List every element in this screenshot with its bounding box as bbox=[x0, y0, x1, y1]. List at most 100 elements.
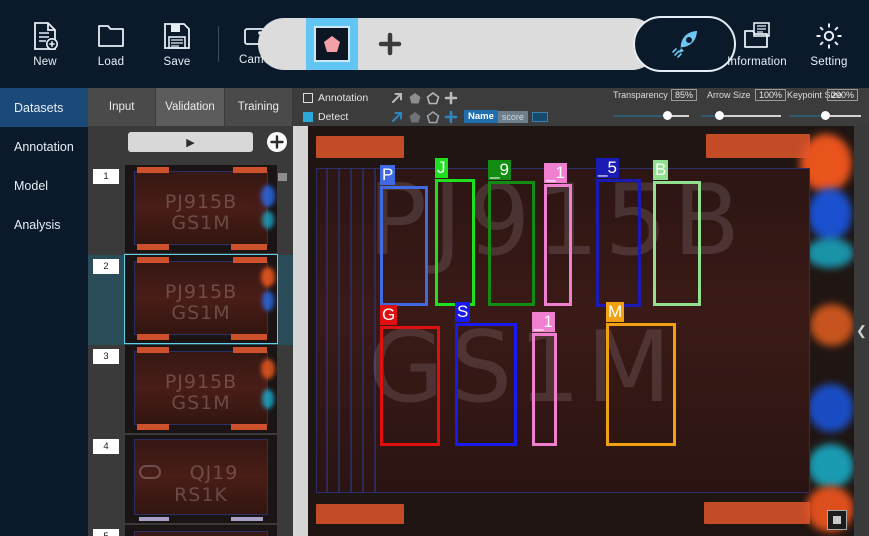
detection-label: _5 bbox=[596, 158, 619, 178]
outline-pentagon-icon[interactable] bbox=[424, 90, 442, 106]
detect-row: Detect Name score bbox=[303, 107, 548, 126]
annotation-toolbar: Annotation Detect Name score Transparenc… bbox=[293, 88, 869, 126]
tab-training[interactable]: Training bbox=[224, 88, 293, 126]
detect-checkbox[interactable] bbox=[303, 111, 313, 122]
arrow-size-value: 100% bbox=[755, 89, 787, 101]
tab-label: Validation bbox=[165, 101, 215, 113]
detection-box[interactable] bbox=[380, 186, 428, 306]
keypoint-size-slider[interactable] bbox=[789, 110, 861, 122]
information-button[interactable]: Information bbox=[719, 21, 795, 68]
arrow-icon[interactable] bbox=[388, 109, 406, 125]
filled-pentagon-icon[interactable] bbox=[406, 109, 424, 125]
dataset-tabs: Input Validation Training bbox=[88, 88, 293, 126]
plus-icon[interactable] bbox=[442, 90, 460, 106]
outline-pentagon-icon[interactable] bbox=[424, 109, 442, 125]
thumbnail-image[interactable]: PJ915B GS1M bbox=[125, 345, 277, 433]
play-button[interactable]: ▶ bbox=[128, 132, 253, 152]
detection-box[interactable] bbox=[380, 326, 440, 446]
setting-button[interactable]: Setting bbox=[795, 21, 863, 68]
thumbnail-image[interactable] bbox=[125, 525, 277, 536]
sidebar-item-datasets[interactable]: Datasets bbox=[0, 88, 88, 127]
list-item[interactable]: 3 PJ915B GS1M bbox=[88, 345, 293, 435]
detection-box[interactable] bbox=[606, 323, 676, 446]
polygon-tool-button[interactable] bbox=[306, 18, 358, 70]
arrow-size-slider[interactable] bbox=[701, 110, 781, 122]
detection-box[interactable] bbox=[455, 323, 517, 446]
floppy-disk-icon bbox=[163, 21, 191, 51]
setting-button-label: Setting bbox=[810, 55, 848, 68]
fit-to-screen-button[interactable] bbox=[827, 510, 847, 530]
folder-open-icon bbox=[96, 21, 126, 51]
thumbnail-text-line2: GS1M bbox=[171, 392, 231, 414]
annotation-row: Annotation bbox=[303, 88, 460, 107]
detection-box[interactable] bbox=[435, 179, 475, 306]
detection-label: J bbox=[435, 158, 448, 178]
thumbnail-list[interactable]: 1 PJ915B GS1M 2 PJ915B GS1M 3 PJ915B GS1… bbox=[88, 165, 293, 536]
canvas-scrollbar[interactable] bbox=[293, 126, 308, 536]
save-button[interactable]: Save bbox=[144, 21, 210, 68]
thumbnail-scrollbar-thumb[interactable] bbox=[278, 173, 287, 181]
detection-label: _9 bbox=[488, 160, 511, 180]
sidebar-item-label: Datasets bbox=[14, 100, 64, 115]
label-score-chip: score bbox=[497, 110, 528, 123]
list-item[interactable]: 5 bbox=[88, 525, 293, 536]
dataset-actions: ▶ bbox=[88, 132, 293, 158]
add-dataset-button[interactable] bbox=[266, 131, 288, 153]
tab-validation[interactable]: Validation bbox=[156, 88, 225, 126]
thumbnail-text-line1: PJ915B bbox=[164, 191, 238, 213]
gear-icon bbox=[814, 21, 844, 51]
toolbar-divider bbox=[218, 26, 219, 62]
chip-graphic bbox=[134, 531, 268, 536]
detection-label: G bbox=[380, 305, 398, 325]
sidebar-item-annotation[interactable]: Annotation bbox=[0, 127, 88, 166]
image-canvas[interactable]: PJ915B GS1M P J _9 _1 _5 B G S _1 M bbox=[308, 126, 854, 536]
tool-selector-pill bbox=[258, 18, 658, 70]
annotation-label: Annotation bbox=[318, 91, 369, 104]
filled-pentagon-icon[interactable] bbox=[406, 90, 424, 106]
load-button[interactable]: Load bbox=[78, 21, 144, 68]
tab-label: Training bbox=[237, 101, 279, 113]
thumbnail-image[interactable]: PJ915B GS1M bbox=[125, 165, 277, 253]
label-display-chip[interactable]: Name score bbox=[464, 110, 548, 123]
transparency-slider[interactable] bbox=[613, 110, 689, 122]
toolbar-right-group: Information Setting bbox=[719, 0, 863, 88]
detection-box[interactable] bbox=[544, 184, 572, 306]
thumbnail-text-line2: RS1K bbox=[174, 484, 228, 506]
thumbnail-text-line1: QJ19 bbox=[189, 462, 239, 484]
sidebar-item-label: Model bbox=[14, 178, 49, 193]
list-item[interactable]: 1 PJ915B GS1M bbox=[88, 165, 293, 255]
plus-icon[interactable] bbox=[442, 109, 460, 125]
label-color-swatch[interactable] bbox=[531, 111, 548, 122]
thumbnail-text-line1: PJ915B bbox=[164, 371, 238, 393]
add-tool-button[interactable] bbox=[378, 32, 402, 56]
sidebar-item-analysis[interactable]: Analysis bbox=[0, 205, 88, 244]
thumbnail-image[interactable]: QJ19 RS1K bbox=[125, 435, 277, 523]
annotation-checkbox[interactable] bbox=[303, 92, 313, 103]
list-item[interactable]: 2 PJ915B GS1M bbox=[88, 254, 293, 345]
display-settings-group: Transparency 85% Arrow Size 100% Keypoin… bbox=[611, 88, 865, 126]
sidebar-item-model[interactable]: Model bbox=[0, 166, 88, 205]
arrow-icon[interactable] bbox=[388, 90, 406, 106]
detection-box[interactable] bbox=[532, 333, 557, 446]
label-name-chip: Name bbox=[464, 110, 498, 123]
top-toolbar: New Load Save Camera Information Setting bbox=[0, 0, 869, 88]
chevron-left-icon: ❮ bbox=[856, 323, 867, 338]
load-button-label: Load bbox=[97, 55, 125, 68]
detection-label: S bbox=[455, 302, 471, 322]
collapse-panel-button[interactable]: ❮ bbox=[854, 126, 869, 536]
toolbar-left-group: New Load Save Camera bbox=[0, 21, 293, 68]
thumbnail-image[interactable]: PJ915B GS1M bbox=[124, 254, 278, 344]
keypoint-size-value: 200% bbox=[827, 89, 859, 101]
list-item[interactable]: 4 QJ19 RS1K bbox=[88, 435, 293, 525]
detection-box[interactable] bbox=[596, 179, 641, 307]
new-button[interactable]: New bbox=[12, 21, 78, 68]
canvas-area: PJ915B GS1M P J _9 _1 _5 B G S _1 M ❮ bbox=[293, 126, 869, 536]
detection-box[interactable] bbox=[488, 181, 535, 306]
detection-box[interactable] bbox=[653, 181, 701, 306]
thumbnail-index: 5 bbox=[93, 529, 119, 536]
transparency-value: 85% bbox=[671, 89, 698, 101]
tab-input[interactable]: Input bbox=[88, 88, 157, 126]
detection-label: B bbox=[653, 160, 669, 180]
polygon-shape-icon bbox=[314, 26, 350, 62]
detection-label: _1 bbox=[532, 312, 555, 332]
